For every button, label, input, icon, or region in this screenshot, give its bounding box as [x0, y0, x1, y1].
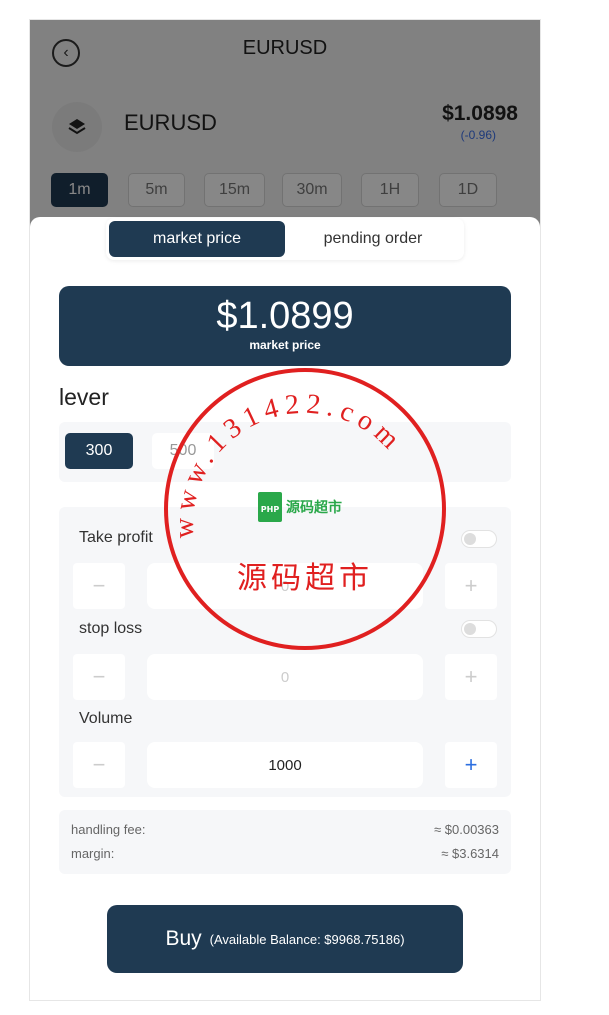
lever-option-500[interactable]: 500	[152, 433, 214, 469]
buy-label: Buy	[165, 927, 202, 950]
current-price: $1.0899	[216, 295, 354, 337]
volume-input[interactable]: 1000	[147, 742, 423, 788]
lever-heading: lever	[59, 384, 109, 410]
take-profit-input[interactable]: 0	[147, 563, 423, 609]
stop-loss-input[interactable]: 0	[147, 654, 423, 700]
tab-1m[interactable]: 1m	[51, 173, 108, 207]
handling-fee-label: handling fee:	[71, 822, 146, 837]
take-profit-label: Take profit	[79, 529, 153, 546]
available-balance: (Available Balance: $9968.75186)	[209, 931, 405, 947]
symbol-change: (-0.96)	[460, 128, 496, 142]
page-title: EURUSD	[242, 37, 328, 59]
volume-plus-button[interactable]: +	[445, 742, 497, 788]
volume-stepper: − 1000 +	[73, 742, 497, 788]
price-display: $1.0899 market price	[59, 286, 511, 366]
tab-pending-order[interactable]: pending order	[285, 221, 461, 257]
take-profit-toggle[interactable]	[461, 530, 497, 548]
order-type-tabs: market price pending order	[106, 218, 464, 260]
lever-options: 300 500	[59, 422, 511, 482]
margin-label: margin:	[71, 846, 115, 861]
tab-1h[interactable]: 1H	[361, 173, 419, 207]
symbol-price: $1.0898	[442, 102, 518, 125]
handling-fee-value: ≈ $0.00363	[434, 822, 499, 837]
stop-loss-stepper: − 0 +	[73, 654, 497, 700]
fee-summary: handling fee: ≈ $0.00363 margin: ≈ $3.63…	[59, 810, 511, 874]
margin-value: ≈ $3.6314	[441, 846, 499, 861]
symbol-name: EURUSD	[124, 110, 217, 135]
price-caption: market price	[249, 338, 321, 352]
lever-option-300[interactable]: 300	[65, 433, 133, 469]
handling-fee-row: handling fee: ≈ $0.00363	[71, 822, 499, 837]
symbol-icon	[52, 102, 102, 152]
symbol-header-area: ‹ EURUSD EURUSD $1.0898 (-0.96) 1m 5m 15…	[30, 20, 540, 235]
order-sheet: market price pending order $1.0899 marke…	[30, 217, 540, 1000]
timeframe-tabs: 1m 5m 15m 30m 1H 1D	[51, 173, 517, 207]
layers-icon	[68, 119, 86, 135]
tab-market-price[interactable]: market price	[109, 221, 285, 257]
stop-loss-minus-button[interactable]: −	[73, 654, 125, 700]
order-form: Take profit − 0 + stop loss − 0 + Volume…	[59, 507, 511, 797]
stop-loss-label: stop loss	[79, 620, 143, 637]
phone-screen: ‹ EURUSD EURUSD $1.0898 (-0.96) 1m 5m 15…	[30, 20, 540, 1000]
stop-loss-toggle[interactable]	[461, 620, 497, 638]
volume-minus-button[interactable]: −	[73, 742, 125, 788]
tab-1d[interactable]: 1D	[439, 173, 497, 207]
tab-15m[interactable]: 15m	[204, 173, 265, 207]
volume-label: Volume	[79, 710, 133, 727]
tab-30m[interactable]: 30m	[282, 173, 342, 207]
take-profit-plus-button[interactable]: +	[445, 563, 497, 609]
tab-5m[interactable]: 5m	[128, 173, 185, 207]
stop-loss-plus-button[interactable]: +	[445, 654, 497, 700]
take-profit-stepper: − 0 +	[73, 563, 497, 609]
take-profit-minus-button[interactable]: −	[73, 563, 125, 609]
margin-row: margin: ≈ $3.6314	[71, 846, 499, 861]
buy-button[interactable]: Buy (Available Balance: $9968.75186)	[107, 905, 463, 973]
